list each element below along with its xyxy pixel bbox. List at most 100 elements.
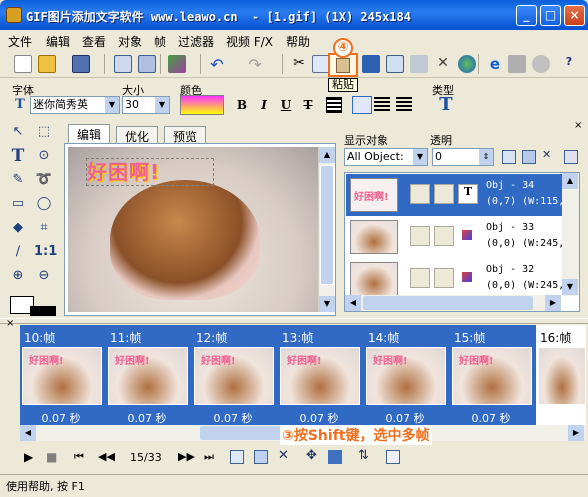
reverse-frames-icon[interactable]: ⇅ (358, 448, 369, 463)
open-folder-icon[interactable] (38, 55, 56, 73)
frame-thumbnail[interactable]: 11:帧 好困啊! 0.07 秒 (106, 325, 192, 425)
frame-thumbnail[interactable]: 10:帧 好困啊! 0.07 秒 (20, 325, 106, 425)
duplicate-object-icon[interactable] (522, 150, 536, 164)
frame-icon[interactable] (362, 55, 380, 73)
tab-edit[interactable]: 编辑 (68, 124, 111, 144)
stop-icon[interactable]: ■ (46, 450, 57, 464)
canvas-vertical-scrollbar[interactable]: ▲ ▼ (318, 147, 335, 312)
lock-box[interactable] (434, 226, 454, 246)
globe-icon[interactable] (458, 55, 476, 73)
lasso-icon[interactable]: ➰ (34, 170, 54, 190)
tab-optimize[interactable]: 优化 (116, 126, 159, 144)
visibility-box[interactable] (410, 226, 430, 246)
eraser-icon[interactable]: ▭ (8, 194, 28, 214)
frames-panel-close-icon[interactable]: × (6, 318, 14, 329)
crop-icon[interactable] (410, 55, 428, 73)
canvas-text-object[interactable]: 好困啊! (86, 158, 214, 186)
zoom-in-icon[interactable]: ⊕ (8, 266, 28, 286)
foreground-color-swatch[interactable] (30, 306, 56, 316)
minimize-button[interactable]: _ (516, 5, 537, 26)
fill-bucket-icon[interactable]: ◆ (8, 218, 28, 238)
scroll-up-icon[interactable]: ▲ (562, 173, 578, 189)
ellipse-icon[interactable]: ◯ (34, 194, 54, 214)
frame-properties-icon[interactable] (328, 450, 342, 464)
strike-button[interactable]: T (300, 97, 316, 113)
menu-video-fx[interactable]: 视频 F/X (226, 33, 273, 50)
duplicate-frame-icon[interactable] (254, 450, 268, 464)
first-frame-icon[interactable]: ⏮ (74, 450, 84, 464)
size-select[interactable]: 30 ▼ (122, 96, 170, 114)
scroll-thumb[interactable] (200, 426, 290, 440)
frame-thumbnail[interactable]: 13:帧 好困啊! 0.07 秒 (278, 325, 364, 425)
frame-edit-icon[interactable] (386, 55, 404, 73)
help-icon[interactable]: ? (560, 55, 578, 73)
object-list-hscrollbar[interactable]: ◀ ▶ (345, 295, 561, 311)
align-left-icon[interactable] (326, 97, 342, 113)
menu-help[interactable]: 帮助 (286, 33, 310, 50)
visibility-box[interactable] (410, 268, 430, 288)
menu-frame[interactable]: 帧 (154, 33, 166, 50)
select-arrow-icon[interactable]: ↖ (8, 122, 28, 142)
new-file-icon[interactable] (14, 55, 32, 73)
align-right-icon[interactable] (396, 97, 412, 113)
menu-edit[interactable]: 编辑 (46, 33, 70, 50)
text-tool-icon[interactable]: T (8, 146, 28, 166)
browser-icon[interactable]: e (486, 55, 504, 73)
scroll-left-icon[interactable]: ◀ (345, 295, 361, 311)
brush-icon[interactable]: ✎ (8, 170, 28, 190)
move-frame-icon[interactable]: ✥ (306, 448, 317, 463)
object-row[interactable]: 好困啊! T Obj - 34 (0,7) (W:115,H (346, 174, 570, 216)
import-icon[interactable] (114, 55, 132, 73)
new-object-icon[interactable] (502, 150, 516, 164)
video-icon[interactable] (532, 55, 550, 73)
marquee-icon[interactable]: ⬚ (34, 122, 54, 142)
color-gradient-swatch[interactable] (180, 95, 224, 115)
menu-file[interactable]: 文件 (8, 33, 32, 50)
text-type-icon[interactable]: T (436, 94, 456, 115)
export-frame-icon[interactable] (386, 450, 400, 464)
align-center-icon[interactable] (374, 97, 390, 113)
show-objects-select[interactable]: All Object: ▼ (344, 148, 428, 166)
maximize-button[interactable]: □ (540, 5, 561, 26)
scroll-down-icon[interactable]: ▼ (319, 296, 335, 312)
frame-thumbnail[interactable]: 12:帧 好困啊! 0.07 秒 (192, 325, 278, 425)
lock-box[interactable] (434, 268, 454, 288)
frame-thumbnail[interactable]: 15:帧 好困啊! 0.07 秒 (450, 325, 536, 425)
next-frame-icon[interactable]: ▶▶ (178, 450, 195, 463)
scroll-down-icon[interactable]: ▼ (562, 279, 578, 295)
scroll-up-icon[interactable]: ▲ (319, 147, 335, 163)
frame-thumbnail[interactable]: 16:帧 (536, 325, 586, 425)
panel-splitter[interactable] (0, 318, 588, 324)
scroll-left-icon[interactable]: ◀ (20, 425, 36, 441)
last-frame-icon[interactable]: ⏭ (204, 450, 214, 464)
italic-button[interactable]: I (256, 97, 272, 113)
scroll-thumb[interactable] (363, 296, 533, 310)
insert-image-icon[interactable] (168, 55, 186, 73)
visibility-box[interactable] (410, 184, 430, 204)
rotate-icon[interactable]: ⊙ (34, 146, 54, 166)
object-props-icon[interactable] (564, 150, 578, 164)
frame-thumbnail[interactable]: 14:帧 好困啊! 0.07 秒 (364, 325, 450, 425)
prev-frame-icon[interactable]: ◀◀ (98, 450, 115, 463)
underline-button[interactable]: U (278, 97, 294, 113)
panel-close-icon[interactable]: × (574, 120, 582, 131)
menu-view[interactable]: 查看 (82, 33, 106, 50)
close-button[interactable]: × (564, 5, 585, 26)
menu-filter[interactable]: 过滤器 (178, 33, 214, 50)
scroll-right-icon[interactable]: ▶ (545, 295, 561, 311)
tab-preview[interactable]: 预览 (164, 126, 207, 144)
object-row[interactable]: Obj - 33 (0,0) (W:245,H (346, 216, 570, 258)
redo-icon[interactable]: ↷ (246, 55, 264, 74)
play-icon[interactable]: ▶ (24, 450, 33, 464)
bold-button[interactable]: B (234, 97, 250, 113)
delete-object-icon[interactable]: ✕ (542, 148, 556, 164)
export-icon[interactable] (138, 55, 156, 73)
object-list-scrollbar[interactable]: ▲ ▼ (562, 173, 579, 296)
object-list[interactable]: 好困啊! T Obj - 34 (0,7) (W:115,H Obj - 33 … (344, 172, 580, 312)
menu-object[interactable]: 对象 (118, 33, 142, 50)
font-select[interactable]: 迷你简秀英 ▼ (30, 96, 120, 114)
zoom-out-icon[interactable]: ⊖ (34, 266, 54, 286)
undo-icon[interactable]: ↶ (208, 55, 226, 74)
delete-frame-icon[interactable]: ✕ (278, 448, 289, 463)
alpha-spinner[interactable]: 0 ⇕ (432, 148, 494, 166)
